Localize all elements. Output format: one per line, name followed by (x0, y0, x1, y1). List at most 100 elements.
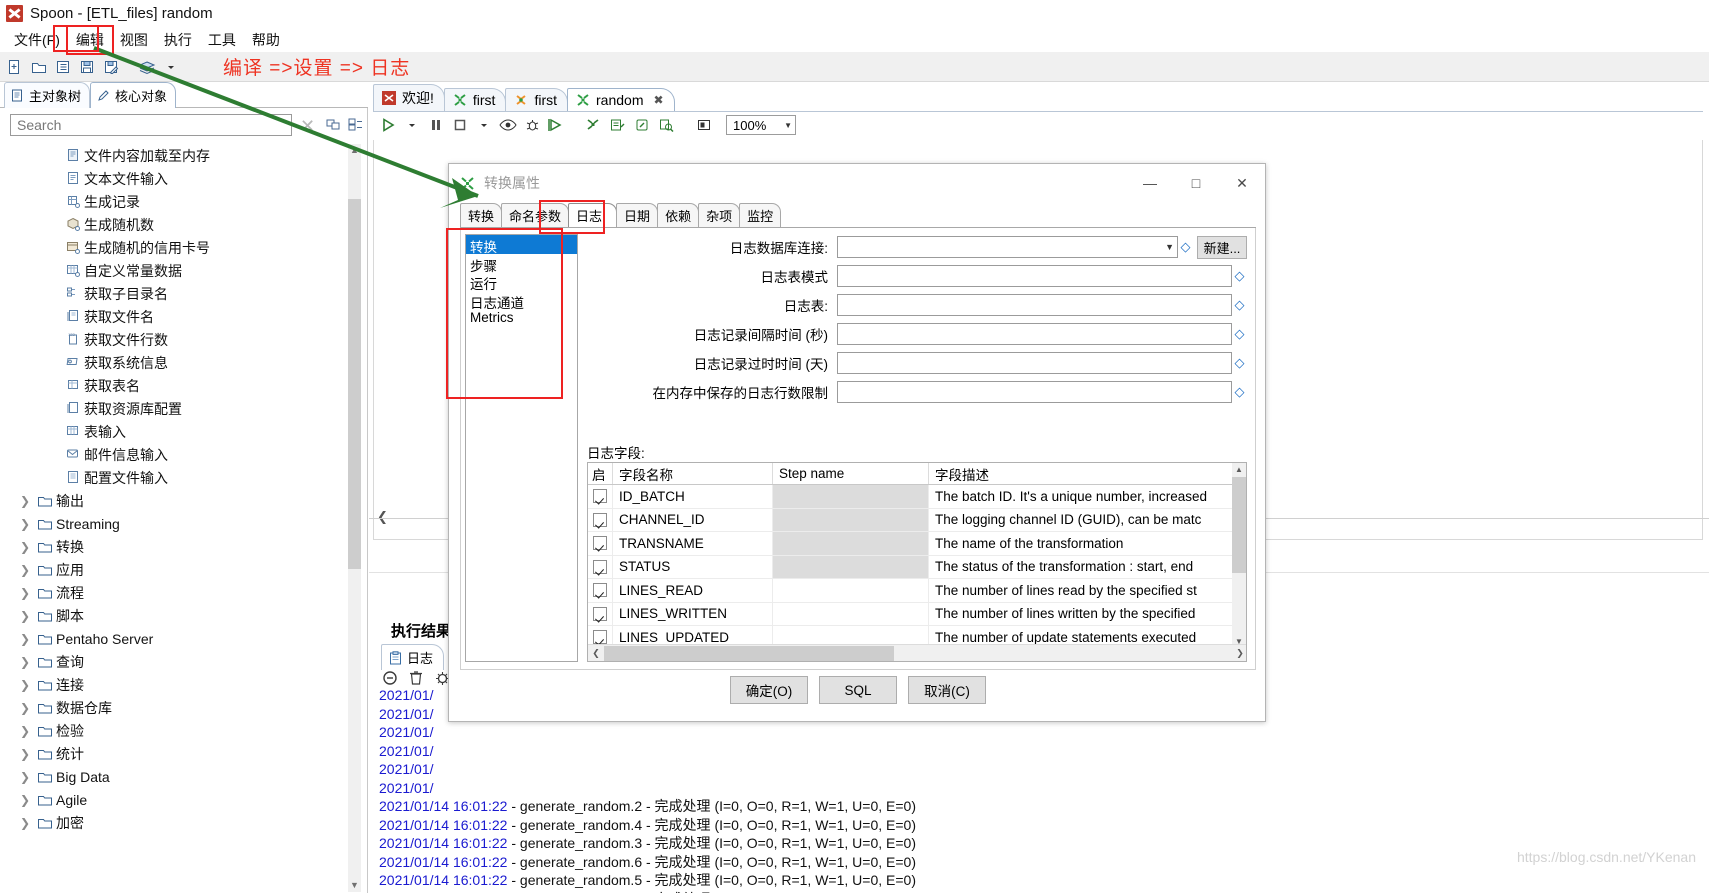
tab-core-objects[interactable]: 核心对象 (90, 82, 176, 108)
log-schema-input[interactable] (837, 265, 1232, 287)
clear-log-icon[interactable] (381, 669, 399, 687)
checkbox-checked-icon[interactable] (593, 560, 607, 574)
tree-leaf[interactable]: 文本文件输入 (2, 167, 350, 190)
save-as-icon[interactable] (100, 56, 122, 78)
tree-folder-application[interactable]: ❯ 应用 (2, 558, 350, 581)
maximize-icon[interactable]: □ (1173, 164, 1219, 202)
checkbox-checked-icon[interactable] (593, 583, 607, 597)
chevron-down-icon[interactable]: ▼ (784, 121, 792, 130)
tab-first-transformation[interactable]: first (444, 88, 507, 112)
chevron-right-icon[interactable]: ❯ (16, 494, 34, 508)
log-table-input[interactable] (837, 294, 1232, 316)
sql-icon[interactable] (608, 115, 628, 135)
cancel-button[interactable]: 取消(C) (908, 676, 986, 704)
ok-button[interactable]: 确定(O) (730, 676, 808, 704)
row-step-name[interactable] (773, 485, 929, 508)
close-icon[interactable]: ✖ (653, 93, 663, 107)
scroll-up-icon[interactable]: ▲ (348, 144, 361, 157)
tree-leaf[interactable]: 生成随机的信用卡号 (2, 236, 350, 259)
chevron-right-icon[interactable]: ❯ (16, 701, 34, 715)
chevron-right-icon[interactable]: ❯ (16, 770, 34, 784)
dialog-tab-named-params[interactable]: 命名参数 (501, 203, 569, 228)
search-input[interactable]: Search (10, 114, 292, 136)
core-objects-tree[interactable]: 文件内容加载至内存 文本文件输入 生成记录 生成随机数 生成随机的信用卡号 自定… (2, 144, 350, 892)
dialog-tab-monitoring[interactable]: 监控 (739, 203, 781, 228)
zoom-combo[interactable]: 100% ▼ (726, 115, 796, 135)
scroll-right-icon[interactable]: ❯ (1232, 645, 1247, 661)
tree-leaf[interactable]: 生成随机数 (2, 213, 350, 236)
tree-folder-statistics[interactable]: ❯ 统计 (2, 742, 350, 765)
log-timeout-input[interactable] (837, 352, 1232, 374)
row-step-name[interactable] (773, 579, 929, 602)
tree-folder-agile[interactable]: ❯ Agile (2, 788, 350, 811)
grid-vscroll-thumb[interactable] (1232, 477, 1246, 573)
dialog-tab-transform[interactable]: 转换 (460, 203, 502, 228)
transformation-icon[interactable] (584, 115, 604, 135)
chevron-right-icon[interactable]: ❯ (16, 632, 34, 646)
tree-leaf[interactable]: 文件内容加载至内存 (2, 144, 350, 167)
category-item-metrics[interactable]: Metrics (466, 309, 577, 328)
grid-vertical-scrollbar[interactable]: ▲ ▼ (1232, 463, 1246, 649)
sql-button[interactable]: SQL (819, 676, 897, 704)
layers-dropdown-icon[interactable] (160, 56, 182, 78)
row-checkbox[interactable] (588, 556, 613, 579)
tab-welcome[interactable]: 欢迎! (373, 84, 445, 112)
tree-leaf[interactable]: 邮件信息输入 (2, 443, 350, 466)
grid-icon[interactable] (632, 115, 652, 135)
log-size-limit-input[interactable] (837, 381, 1232, 403)
row-checkbox[interactable] (588, 532, 613, 555)
dialog-tab-misc[interactable]: 杂项 (698, 203, 740, 228)
table-row[interactable]: LINES_READ The number of lines read by t… (588, 579, 1246, 603)
tree-folder-pentaho-server[interactable]: ❯ Pentaho Server (2, 627, 350, 650)
table-row[interactable]: STATUS The status of the transformation … (588, 556, 1246, 580)
table-row[interactable]: ID_BATCH The batch ID. It's a unique num… (588, 485, 1246, 509)
table-row[interactable]: CHANNEL_ID The logging channel ID (GUID)… (588, 509, 1246, 533)
close-icon[interactable]: ✕ (1219, 164, 1265, 202)
chevron-right-icon[interactable]: ❯ (16, 747, 34, 761)
grid-horizontal-scrollbar[interactable]: ❮ ❯ (588, 644, 1247, 661)
tree-scrollbar[interactable]: ▲ ▼ (348, 144, 361, 892)
chevron-right-icon[interactable]: ❯ (16, 655, 34, 669)
log-interval-input[interactable] (837, 323, 1232, 345)
new-connection-button[interactable]: 新建... (1197, 236, 1247, 259)
expand-all-icon[interactable] (348, 117, 363, 131)
delete-icon[interactable] (407, 669, 425, 687)
tree-folder-datawarehouse[interactable]: ❯ 数据仓库 (2, 696, 350, 719)
row-step-name[interactable] (773, 509, 929, 532)
category-item-logging-channel[interactable]: 日志通道 (466, 291, 577, 310)
table-row[interactable]: LINES_WRITTEN The number of lines writte… (588, 603, 1246, 627)
stop-icon[interactable] (450, 115, 470, 135)
collapse-all-icon[interactable] (326, 117, 341, 131)
tree-leaf[interactable]: 获取资源库配置 (2, 397, 350, 420)
category-item-performance[interactable]: 运行 (466, 272, 577, 291)
checkbox-checked-icon[interactable] (593, 630, 607, 644)
replay-icon[interactable] (546, 115, 566, 135)
variable-diamond-icon[interactable]: ◇ (1178, 239, 1193, 255)
chevron-right-icon[interactable]: ❯ (16, 517, 34, 531)
open-file-icon[interactable] (28, 56, 50, 78)
explorer-icon[interactable] (52, 56, 74, 78)
menu-item-file[interactable]: 文件(F) (6, 27, 68, 53)
row-checkbox[interactable] (588, 603, 613, 626)
chevron-right-icon[interactable]: ❯ (16, 540, 34, 554)
checkbox-checked-icon[interactable] (593, 536, 607, 550)
category-item-step[interactable]: 步骤 (466, 254, 577, 273)
inspect-icon[interactable] (656, 115, 676, 135)
tree-folder-joins[interactable]: ❯ 连接 (2, 673, 350, 696)
variable-diamond-icon[interactable]: ◇ (1232, 297, 1247, 313)
dialog-tab-date[interactable]: 日期 (616, 203, 658, 228)
tab-random[interactable]: random ✖ (567, 88, 675, 112)
tree-folder-lookup[interactable]: ❯ 查询 (2, 650, 350, 673)
minimize-icon[interactable]: — (1127, 164, 1173, 202)
checkbox-checked-icon[interactable] (593, 513, 607, 527)
tree-leaf[interactable]: 获取文件名 (2, 305, 350, 328)
chevron-right-icon[interactable]: ❯ (16, 678, 34, 692)
menu-item-run[interactable]: 执行 (156, 27, 200, 53)
tree-folder-streaming[interactable]: ❯ Streaming (2, 512, 350, 535)
tree-leaf[interactable]: 表输入 (2, 420, 350, 443)
scroll-up-icon[interactable]: ▲ (1232, 463, 1246, 477)
menu-item-edit[interactable]: 编辑 (68, 27, 112, 53)
variable-diamond-icon[interactable]: ◇ (1232, 384, 1247, 400)
exec-tab-log[interactable]: 日志 (381, 644, 444, 670)
run-icon[interactable] (378, 115, 398, 135)
